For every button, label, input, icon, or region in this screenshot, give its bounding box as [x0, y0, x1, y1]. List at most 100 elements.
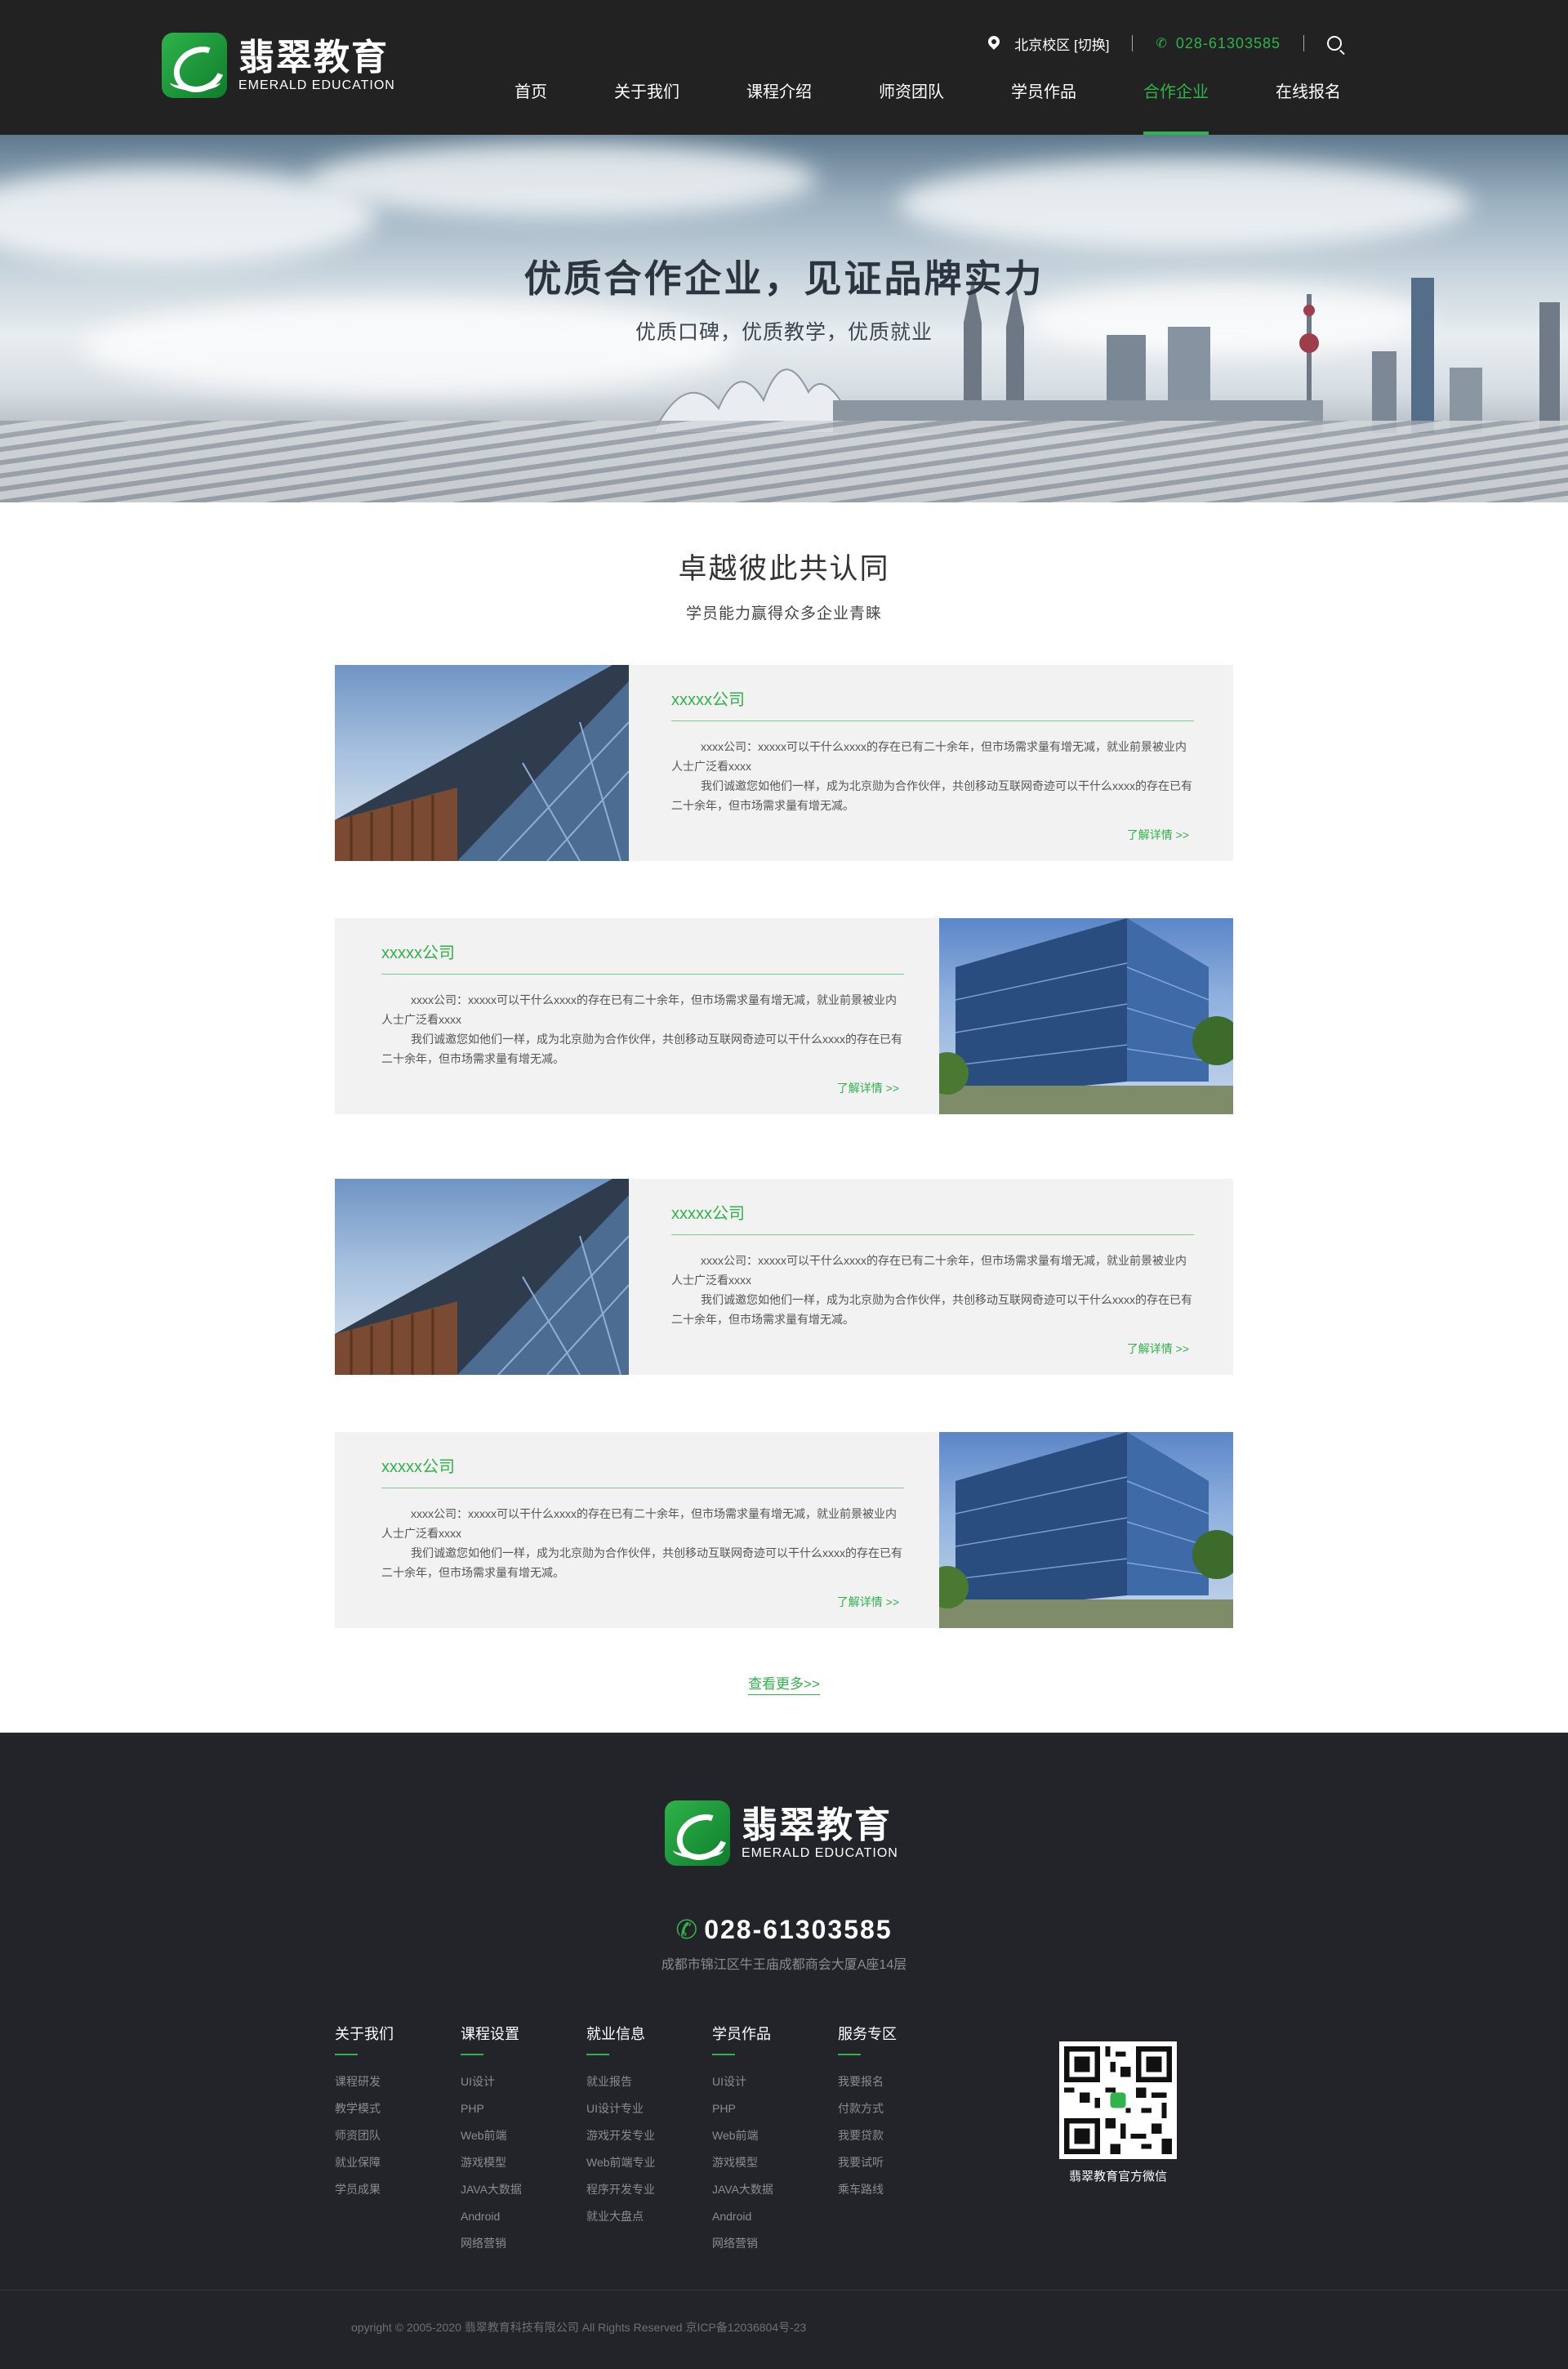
learn-more-link[interactable]: 了解详情 >> — [1127, 1341, 1189, 1357]
site-footer: 翡翠教育 EMERALD EDUCATION ✆ 028-61303585 成都市… — [0, 1733, 1568, 2369]
footer-link[interactable]: 我要报名 — [838, 2068, 964, 2095]
title-underline — [335, 2054, 358, 2055]
partner-desc-2: 我们诚邀您如他们一样，成为北京勋为合作伙伴，共创移动互联网奇迹可以干什么xxxx… — [671, 1293, 1192, 1326]
partner-card[interactable]: xxxxx公司 xxxx公司：xxxxx可以干什么xxxx的存在已有二十余年，但市… — [335, 1432, 1233, 1628]
footer-column-title: 服务专区 — [838, 2026, 897, 2042]
footer-link[interactable]: 游戏开发专业 — [586, 2122, 712, 2149]
partner-card[interactable]: xxxxx公司 xxxx公司：xxxxx可以干什么xxxx的存在已有二十余年，但市… — [335, 1179, 1233, 1375]
see-more-link[interactable]: 查看更多>> — [748, 1676, 820, 1695]
partner-desc-1: xxxx公司：xxxxx可以干什么xxxx的存在已有二十余年，但市场需求量有增无… — [671, 1254, 1187, 1287]
nav-item[interactable]: 关于我们 — [614, 80, 679, 135]
main-nav: 首页 关于我们 课程介绍 师资团队 学员作品 合作企业 在线报名 — [448, 80, 1341, 135]
footer-link[interactable]: 游戏模型 — [712, 2149, 838, 2176]
header-phone: ✆ 028-61303585 — [1156, 35, 1281, 52]
footer-link[interactable]: 就业保障 — [335, 2149, 461, 2176]
learn-more-link[interactable]: 了解详情 >> — [837, 1594, 899, 1610]
footer-link[interactable]: 网络营销 — [712, 2230, 838, 2257]
footer-brand-text: 翡翠教育 EMERALD EDUCATION — [742, 1805, 898, 1861]
title-divider — [671, 1234, 1194, 1235]
title-underline — [712, 2054, 735, 2055]
partner-card[interactable]: xxxxx公司 xxxx公司：xxxxx可以干什么xxxx的存在已有二十余年，但市… — [335, 665, 1233, 861]
footer-link-list: 课程研发 教学模式 师资团队 就业保障 学员成果 — [335, 2068, 461, 2203]
footer-link[interactable]: 学员成果 — [335, 2176, 461, 2203]
footer-link[interactable]: 付款方式 — [838, 2095, 964, 2122]
footer-link[interactable]: UI设计 — [712, 2068, 838, 2095]
partner-card-body: xxxxx公司 xxxx公司：xxxxx可以干什么xxxx的存在已有二十余年，但市… — [381, 918, 904, 1114]
footer-link[interactable]: 程序开发专业 — [586, 2176, 712, 2203]
footer-link-columns: 关于我们 课程研发 教学模式 师资团队 就业保障 学员成果 课程设置 UI设计 PHP Web前端… — [335, 2023, 964, 2257]
partner-name[interactable]: xxxxx公司 — [671, 1200, 745, 1224]
partner-name[interactable]: xxxxx公司 — [381, 939, 455, 963]
footer-link[interactable]: 网络营销 — [461, 2230, 586, 2257]
footer-link[interactable]: UI设计 — [461, 2068, 586, 2095]
title-underline — [461, 2054, 483, 2055]
glass-building-illustration — [335, 665, 629, 861]
footer-link[interactable]: Web前端 — [461, 2122, 586, 2149]
partner-desc-1: xxxx公司：xxxxx可以干什么xxxx的存在已有二十余年，但市场需求量有增无… — [381, 993, 897, 1026]
footer-link[interactable]: 乘车路线 — [838, 2176, 964, 2203]
footer-column: 学员作品 UI设计 PHP Web前端 游戏模型 JAVA大数据 Android 网络营销 — [712, 2023, 838, 2257]
divider — [1303, 35, 1304, 51]
brand-name-en: EMERALD EDUCATION — [238, 78, 395, 92]
see-more-wrap: 查看更多>> — [0, 1672, 1568, 1695]
nav-item[interactable]: 合作企业 — [1143, 80, 1209, 135]
title-divider — [381, 974, 904, 975]
footer-phone: ✆ 028-61303585 — [0, 1914, 1568, 1945]
nav-item[interactable]: 师资团队 — [879, 80, 944, 135]
footer-link[interactable]: 师资团队 — [335, 2122, 461, 2149]
footer-link[interactable]: Web前端 — [712, 2122, 838, 2149]
footer-link-list: UI设计 PHP Web前端 游戏模型 JAVA大数据 Android 网络营销 — [712, 2068, 838, 2257]
footer-link[interactable]: 就业报告 — [586, 2068, 712, 2095]
footer-link[interactable]: 教学模式 — [335, 2095, 461, 2122]
footer-link[interactable]: 游戏模型 — [461, 2149, 586, 2176]
learn-more-link[interactable]: 了解详情 >> — [1127, 827, 1189, 843]
footer-link[interactable]: PHP — [461, 2095, 586, 2122]
footer-link[interactable]: Android — [712, 2203, 838, 2230]
search-icon[interactable] — [1327, 36, 1342, 51]
partner-card-body: xxxxx公司 xxxx公司：xxxxx可以干什么xxxx的存在已有二十余年，但市… — [671, 1179, 1194, 1375]
nav-item[interactable]: 学员作品 — [1011, 80, 1076, 135]
nav-item[interactable]: 在线报名 — [1276, 80, 1341, 135]
footer-link[interactable]: JAVA大数据 — [461, 2176, 586, 2203]
office-building-image — [939, 1432, 1233, 1628]
footer-column: 就业信息就业报告 UI设计专业 游戏开发专业 Web前端专业 程序开发专业 就业大盘点 — [586, 2023, 712, 2257]
nav-item[interactable]: 课程介绍 — [746, 80, 812, 135]
partner-card-body: xxxxx公司 xxxx公司：xxxxx可以干什么xxxx的存在已有二十余年，但市… — [381, 1432, 904, 1628]
wechat-qr-code — [1059, 2041, 1177, 2159]
footer-link[interactable]: 就业大盘点 — [586, 2203, 712, 2230]
partner-desc-2: 我们诚邀您如他们一样，成为北京勋为合作伙伴，共创移动互联网奇迹可以干什么xxxx… — [671, 779, 1192, 812]
footer-column-title: 关于我们 — [335, 2026, 394, 2042]
partner-card[interactable]: xxxxx公司 xxxx公司：xxxxx可以干什么xxxx的存在已有二十余年，但市… — [335, 918, 1233, 1114]
learn-more-link[interactable]: 了解详情 >> — [837, 1080, 899, 1096]
footer-column: 关于我们课程研发 教学模式 师资团队 就业保障 学员成果 — [335, 2023, 461, 2257]
footer-address: 成都市锦江区牛王庙成都商会大厦A座14层 — [661, 1958, 907, 1972]
footer-column-title: 课程设置 — [461, 2026, 519, 2042]
footer-logo[interactable]: 翡翠教育 EMERALD EDUCATION — [665, 1800, 898, 1866]
partner-name[interactable]: xxxxx公司 — [671, 686, 745, 710]
brand-logo[interactable]: 翡翠教育 EMERALD EDUCATION — [162, 33, 395, 98]
footer-link[interactable]: 我要试听 — [838, 2149, 964, 2176]
qr-caption: 翡翠教育官方微信 — [1068, 2170, 1167, 2184]
phone-icon: ✆ — [675, 1915, 700, 1944]
partner-desc-2: 我们诚邀您如他们一样，成为北京勋为合作伙伴，共创移动互联网奇迹可以干什么xxxx… — [381, 1033, 902, 1065]
brand-text: 翡翠教育 EMERALD EDUCATION — [238, 38, 395, 93]
footer-link[interactable]: PHP — [712, 2095, 838, 2122]
footer-link[interactable]: Web前端专业 — [586, 2149, 712, 2176]
footer-column: 服务专区我要报名 付款方式 我要贷款 我要试听 乘车路线 — [838, 2023, 964, 2257]
footer-link[interactable]: 我要贷款 — [838, 2122, 964, 2149]
title-underline — [838, 2054, 861, 2055]
site-header: 翡翠教育 EMERALD EDUCATION 北京校区 [切换] ✆ 028-6… — [0, 0, 1568, 135]
emerald-logo-icon — [665, 1800, 730, 1866]
office-building-illustration — [939, 1432, 1233, 1628]
footer-column-title: 就业信息 — [586, 2026, 645, 2042]
footer-link[interactable]: JAVA大数据 — [712, 2176, 838, 2203]
footer-column-title: 学员作品 — [712, 2026, 771, 2042]
nav-item[interactable]: 首页 — [514, 80, 547, 135]
footer-link[interactable]: 课程研发 — [335, 2068, 461, 2095]
campus-switch[interactable]: 北京校区 [切换] — [1014, 33, 1109, 54]
partner-name[interactable]: xxxxx公司 — [381, 1453, 455, 1477]
hero-banner: 优质合作企业，见证品牌实力 优质口碑，优质教学，优质就业 — [0, 135, 1568, 502]
footer-link[interactable]: Android — [461, 2203, 586, 2230]
footer-link[interactable]: UI设计专业 — [586, 2095, 712, 2122]
glass-building-illustration — [335, 1179, 629, 1375]
